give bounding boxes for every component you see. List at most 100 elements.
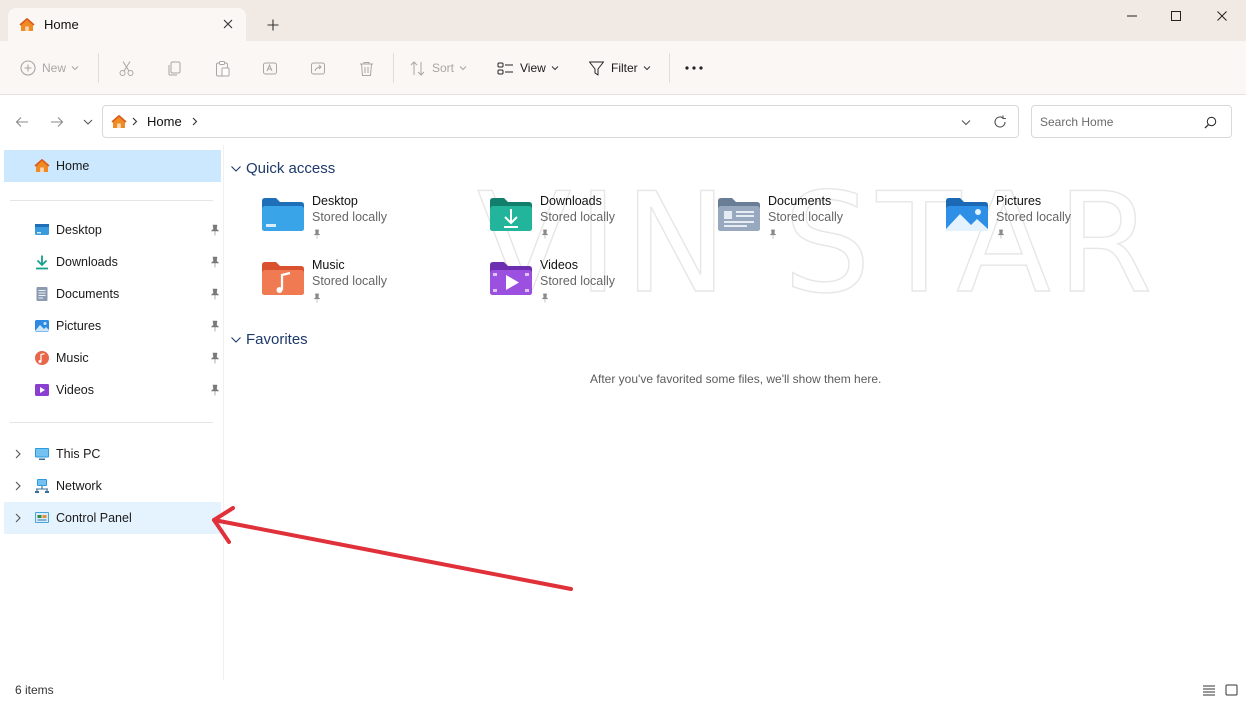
- chevron-right-icon[interactable]: [12, 480, 24, 492]
- tab-title: Home: [44, 17, 79, 32]
- quick-access-header[interactable]: Quick access: [230, 160, 335, 177]
- item-status: Stored locally: [540, 210, 616, 224]
- divider: [10, 200, 213, 201]
- close-window-button[interactable]: [1199, 2, 1245, 30]
- this-pc-icon: [35, 448, 49, 460]
- close-icon: [1217, 11, 1227, 21]
- item-status: Stored locally: [312, 274, 388, 288]
- quick-access-item-music[interactable]: Music Stored locally: [261, 258, 461, 308]
- divider: [98, 53, 99, 83]
- details-view-icon: [1203, 685, 1215, 696]
- sidebar-item-label: This PC: [56, 447, 101, 461]
- filter-label: Filter: [611, 61, 638, 75]
- address-bar[interactable]: Home: [102, 105, 1019, 138]
- sidebar-item-documents[interactable]: Documents: [4, 278, 221, 310]
- new-button[interactable]: New: [20, 55, 79, 81]
- new-tab-button[interactable]: [262, 14, 284, 36]
- address-dropdown-button[interactable]: [959, 116, 973, 128]
- sidebar-item-control-panel[interactable]: Control Panel: [4, 502, 221, 534]
- search-input[interactable]: [1040, 114, 1200, 129]
- favorites-header[interactable]: Favorites: [230, 331, 308, 348]
- recent-locations-button[interactable]: [76, 110, 100, 134]
- view-icon: [497, 62, 513, 74]
- network-icon: [35, 479, 49, 493]
- pin-icon: [210, 352, 220, 364]
- home-icon: [111, 114, 127, 128]
- item-name: Pictures: [996, 194, 1042, 208]
- paste-button[interactable]: [214, 55, 231, 81]
- item-status: Stored locally: [996, 210, 1072, 224]
- sidebar-item-downloads[interactable]: Downloads: [4, 246, 221, 278]
- copy-button[interactable]: [166, 55, 183, 81]
- sidebar-item-music[interactable]: Music: [4, 342, 221, 374]
- sidebar-item-pictures[interactable]: Pictures: [4, 310, 221, 342]
- rename-icon: [263, 62, 277, 74]
- maximize-button[interactable]: [1153, 2, 1199, 30]
- title-bar: Home: [0, 0, 1246, 41]
- chevron-right-icon[interactable]: [192, 117, 198, 126]
- section-title: Favorites: [246, 331, 308, 348]
- chevron-down-icon: [231, 336, 241, 343]
- sidebar-item-label: Videos: [56, 383, 94, 397]
- copy-icon: [168, 61, 181, 75]
- refresh-icon: [994, 115, 1006, 128]
- chevron-right-icon[interactable]: [12, 512, 24, 524]
- downloads-folder-icon: [490, 198, 532, 231]
- quick-access-item-downloads[interactable]: Downloads Stored locally: [489, 194, 689, 244]
- trash-icon: [360, 61, 373, 76]
- sidebar-item-label: Pictures: [56, 319, 102, 333]
- arrow-left-icon: [15, 117, 28, 127]
- details-view-button[interactable]: [1201, 683, 1217, 697]
- delete-button[interactable]: [358, 55, 375, 81]
- downloads-icon: [36, 255, 48, 270]
- item-name: Videos: [540, 258, 578, 272]
- rename-button[interactable]: [262, 55, 279, 81]
- tiles-view-button[interactable]: [1223, 683, 1239, 697]
- sort-label: Sort: [432, 61, 455, 75]
- search-box[interactable]: [1031, 105, 1232, 138]
- minimize-button[interactable]: [1109, 2, 1155, 30]
- minimize-icon: [1127, 15, 1137, 17]
- quick-access-item-videos[interactable]: Videos Stored locally: [489, 258, 689, 308]
- pictures-folder-icon: [946, 198, 988, 231]
- refresh-button[interactable]: [991, 113, 1009, 131]
- section-title: Quick access: [246, 160, 336, 177]
- sidebar-item-network[interactable]: Network: [4, 470, 221, 502]
- music-icon: [35, 351, 49, 365]
- see-more-button[interactable]: [684, 55, 704, 81]
- filter-button[interactable]: Filter: [588, 55, 651, 81]
- breadcrumb-home[interactable]: Home: [147, 114, 182, 129]
- sidebar-item-label: Music: [56, 351, 89, 365]
- divider: [669, 53, 670, 83]
- sidebar-item-this-pc[interactable]: This PC: [4, 438, 221, 470]
- chevron-down-icon: [71, 66, 79, 71]
- chevron-down-icon: [83, 119, 93, 125]
- back-button[interactable]: [10, 110, 34, 134]
- quick-access-item-pictures[interactable]: Pictures Stored locally: [945, 194, 1145, 244]
- pin-icon: [210, 224, 220, 236]
- close-tab-button[interactable]: [218, 14, 238, 34]
- share-button[interactable]: [310, 55, 327, 81]
- cut-button[interactable]: [118, 55, 135, 81]
- control-panel-icon: [35, 512, 49, 523]
- sort-button[interactable]: Sort: [409, 55, 467, 81]
- sidebar-item-desktop[interactable]: Desktop: [4, 214, 221, 246]
- sidebar-item-home[interactable]: Home: [4, 150, 221, 182]
- search-icon[interactable]: [1204, 116, 1217, 129]
- sidebar-item-label: Control Panel: [56, 511, 132, 525]
- chevron-right-icon[interactable]: [12, 448, 24, 460]
- quick-access-item-documents[interactable]: Documents Stored locally: [717, 194, 917, 244]
- view-label: View: [520, 61, 546, 75]
- documents-icon: [36, 287, 48, 301]
- tab-home[interactable]: Home: [8, 8, 246, 41]
- forward-button[interactable]: [45, 110, 69, 134]
- arrow-right-icon: [51, 117, 64, 127]
- sidebar-item-videos[interactable]: Videos: [4, 374, 221, 406]
- pin-icon: [210, 288, 220, 300]
- chevron-down-icon: [643, 66, 651, 71]
- sidebar-item-label: Network: [56, 479, 102, 493]
- view-button[interactable]: View: [497, 55, 559, 81]
- quick-access-item-desktop[interactable]: Desktop Stored locally: [261, 194, 461, 244]
- more-icon: [685, 66, 703, 70]
- videos-icon: [35, 384, 49, 396]
